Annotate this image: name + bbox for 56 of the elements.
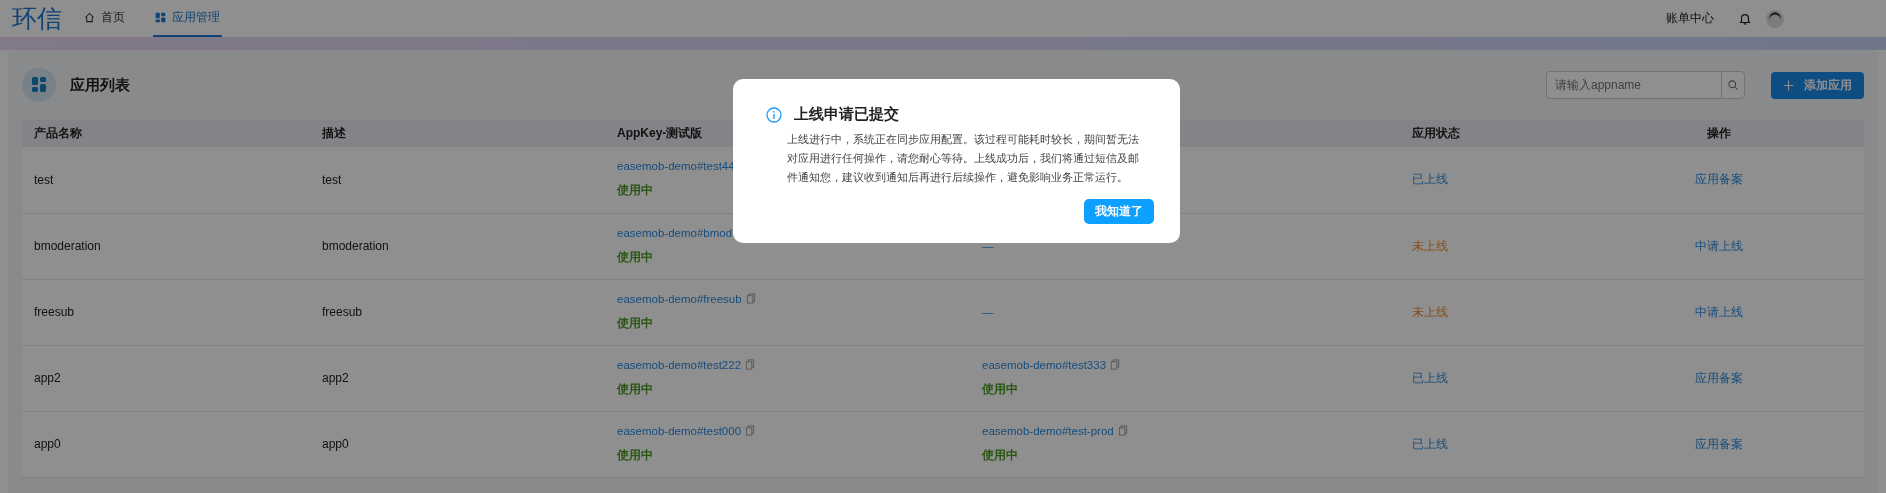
avatar-icon [1766,9,1784,28]
ok-button[interactable]: 我知道了 [1084,199,1154,224]
grid-icon [155,12,166,23]
appkey-status: 使用中 [617,446,654,464]
appkey-status: 使用中 [982,380,1019,398]
appkey-link[interactable]: — [982,306,994,318]
appkey-status: 使用中 [982,446,1019,464]
action-link[interactable]: 中请上线 [1694,304,1743,319]
app-status: 未上线 [1412,238,1448,253]
appkey-status: 使用中 [617,314,654,332]
appkey-link[interactable]: — [982,240,994,252]
table-cell: freesub [322,305,363,319]
column-header: 操作 [1573,120,1864,147]
table-cell: app0 [322,437,349,451]
appkey-link[interactable]: easemob-demo#bmod [617,226,733,239]
app-status: 已上线 [1412,370,1448,385]
table-cell: test [322,172,342,187]
appkey-status: 使用中 [617,248,654,266]
search-icon [1727,79,1739,91]
table-cell: bmoderation [322,239,389,253]
search-field[interactable]: 请输入appname [1546,71,1721,99]
action-link[interactable]: 应用备案 [1694,370,1743,385]
bell-icon [1738,11,1752,26]
plus-icon [1783,79,1794,91]
table-cell: app2 [34,371,61,385]
page-title: 应用列表 [70,75,130,95]
nav-tab[interactable]: 首页 [82,0,127,37]
table-cell: freesub [34,305,75,319]
column-header: 产品名称 [22,120,310,147]
column-header: 描述 [310,120,605,147]
appkey-link[interactable]: easemob-demo#test333 [982,358,1107,371]
app-status: 未上线 [1412,304,1448,319]
app-icon [22,68,56,102]
appkey-link[interactable]: easemob-demo#test44 [617,160,735,173]
billing-link[interactable]: 账单中心 [1666,10,1714,27]
search-button[interactable] [1721,71,1745,99]
appkey-link[interactable]: easemob-demo#test-prod [982,424,1114,437]
app-status: 已上线 [1412,436,1448,451]
logo: 环信 [12,3,62,34]
action-link[interactable]: 应用备案 [1694,436,1743,451]
appkey-status: 使用中 [617,380,654,398]
appkey-link[interactable]: easemob-demo#test000 [617,424,742,437]
app-status: 已上线 [1412,172,1448,187]
table-cell: bmoderation [34,239,101,253]
table-cell: app2 [322,371,349,385]
appkey-status: 使用中 [617,182,654,200]
table-cell: app0 [34,437,61,451]
info-icon [766,106,782,123]
home-icon [84,12,95,23]
action-link[interactable]: 中请上线 [1694,238,1743,253]
appkey-link[interactable]: easemob-demo#test222 [617,358,742,371]
table-cell: test [34,172,54,187]
add-app-button[interactable]: 添加应用 [1771,71,1864,99]
column-header: 应用状态 [1400,120,1573,147]
appkey-link[interactable]: easemob-demo#freesub [617,292,742,305]
action-link[interactable]: 应用备案 [1694,172,1743,187]
